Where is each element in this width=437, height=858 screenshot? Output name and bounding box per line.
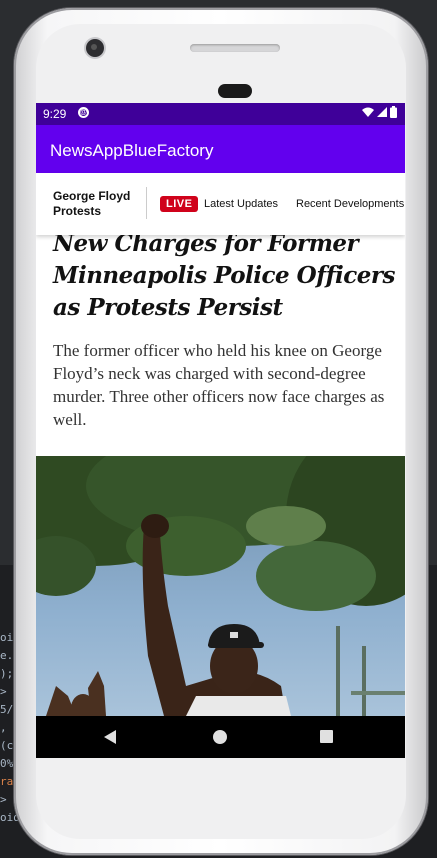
home-icon[interactable] bbox=[213, 730, 227, 744]
article-summary: The former officer who held his knee on … bbox=[53, 341, 385, 429]
console-line: ); bbox=[0, 667, 14, 680]
header-divider bbox=[146, 187, 147, 219]
console-line: ra bbox=[0, 775, 14, 788]
system-nav-bar bbox=[36, 716, 405, 758]
earpiece bbox=[218, 84, 252, 98]
wifi-icon bbox=[362, 107, 374, 117]
latest-updates-link[interactable]: Latest Updates bbox=[204, 198, 278, 210]
app-title: NewsAppBlueFactory bbox=[50, 141, 214, 160]
console-line: 0% bbox=[0, 757, 14, 770]
console-line: > bbox=[0, 793, 7, 806]
device-screen: 9:29 @ NewsAppBlueFactory George Floyd P… bbox=[36, 103, 405, 758]
recent-developments-link[interactable]: Recent Developments bbox=[296, 198, 404, 210]
protest-photo-image bbox=[36, 456, 405, 716]
topic-label[interactable]: George Floyd Protests bbox=[53, 189, 143, 219]
status-bar: 9:29 @ bbox=[36, 103, 405, 125]
signal-icon bbox=[377, 106, 387, 117]
article-headline[interactable]: New Charges for Former Minneapolis Polic… bbox=[53, 228, 398, 324]
console-line: , bbox=[0, 721, 7, 734]
console-line: e. bbox=[0, 649, 14, 662]
live-badge: LIVE bbox=[160, 196, 199, 212]
article-photo[interactable] bbox=[36, 456, 405, 716]
status-icons bbox=[362, 106, 397, 118]
speaker-grille bbox=[190, 44, 280, 52]
front-camera bbox=[86, 39, 104, 57]
battery-icon bbox=[390, 106, 397, 118]
recents-icon[interactable] bbox=[320, 730, 333, 743]
console-line: (c bbox=[0, 739, 14, 752]
app-bar: NewsAppBlueFactory bbox=[36, 125, 405, 173]
web-topic-header: George Floyd Protests LIVE Latest Update… bbox=[36, 173, 405, 235]
back-icon[interactable] bbox=[104, 730, 116, 744]
status-time: 9:29 bbox=[43, 107, 67, 121]
sync-icon: @ bbox=[78, 107, 89, 118]
